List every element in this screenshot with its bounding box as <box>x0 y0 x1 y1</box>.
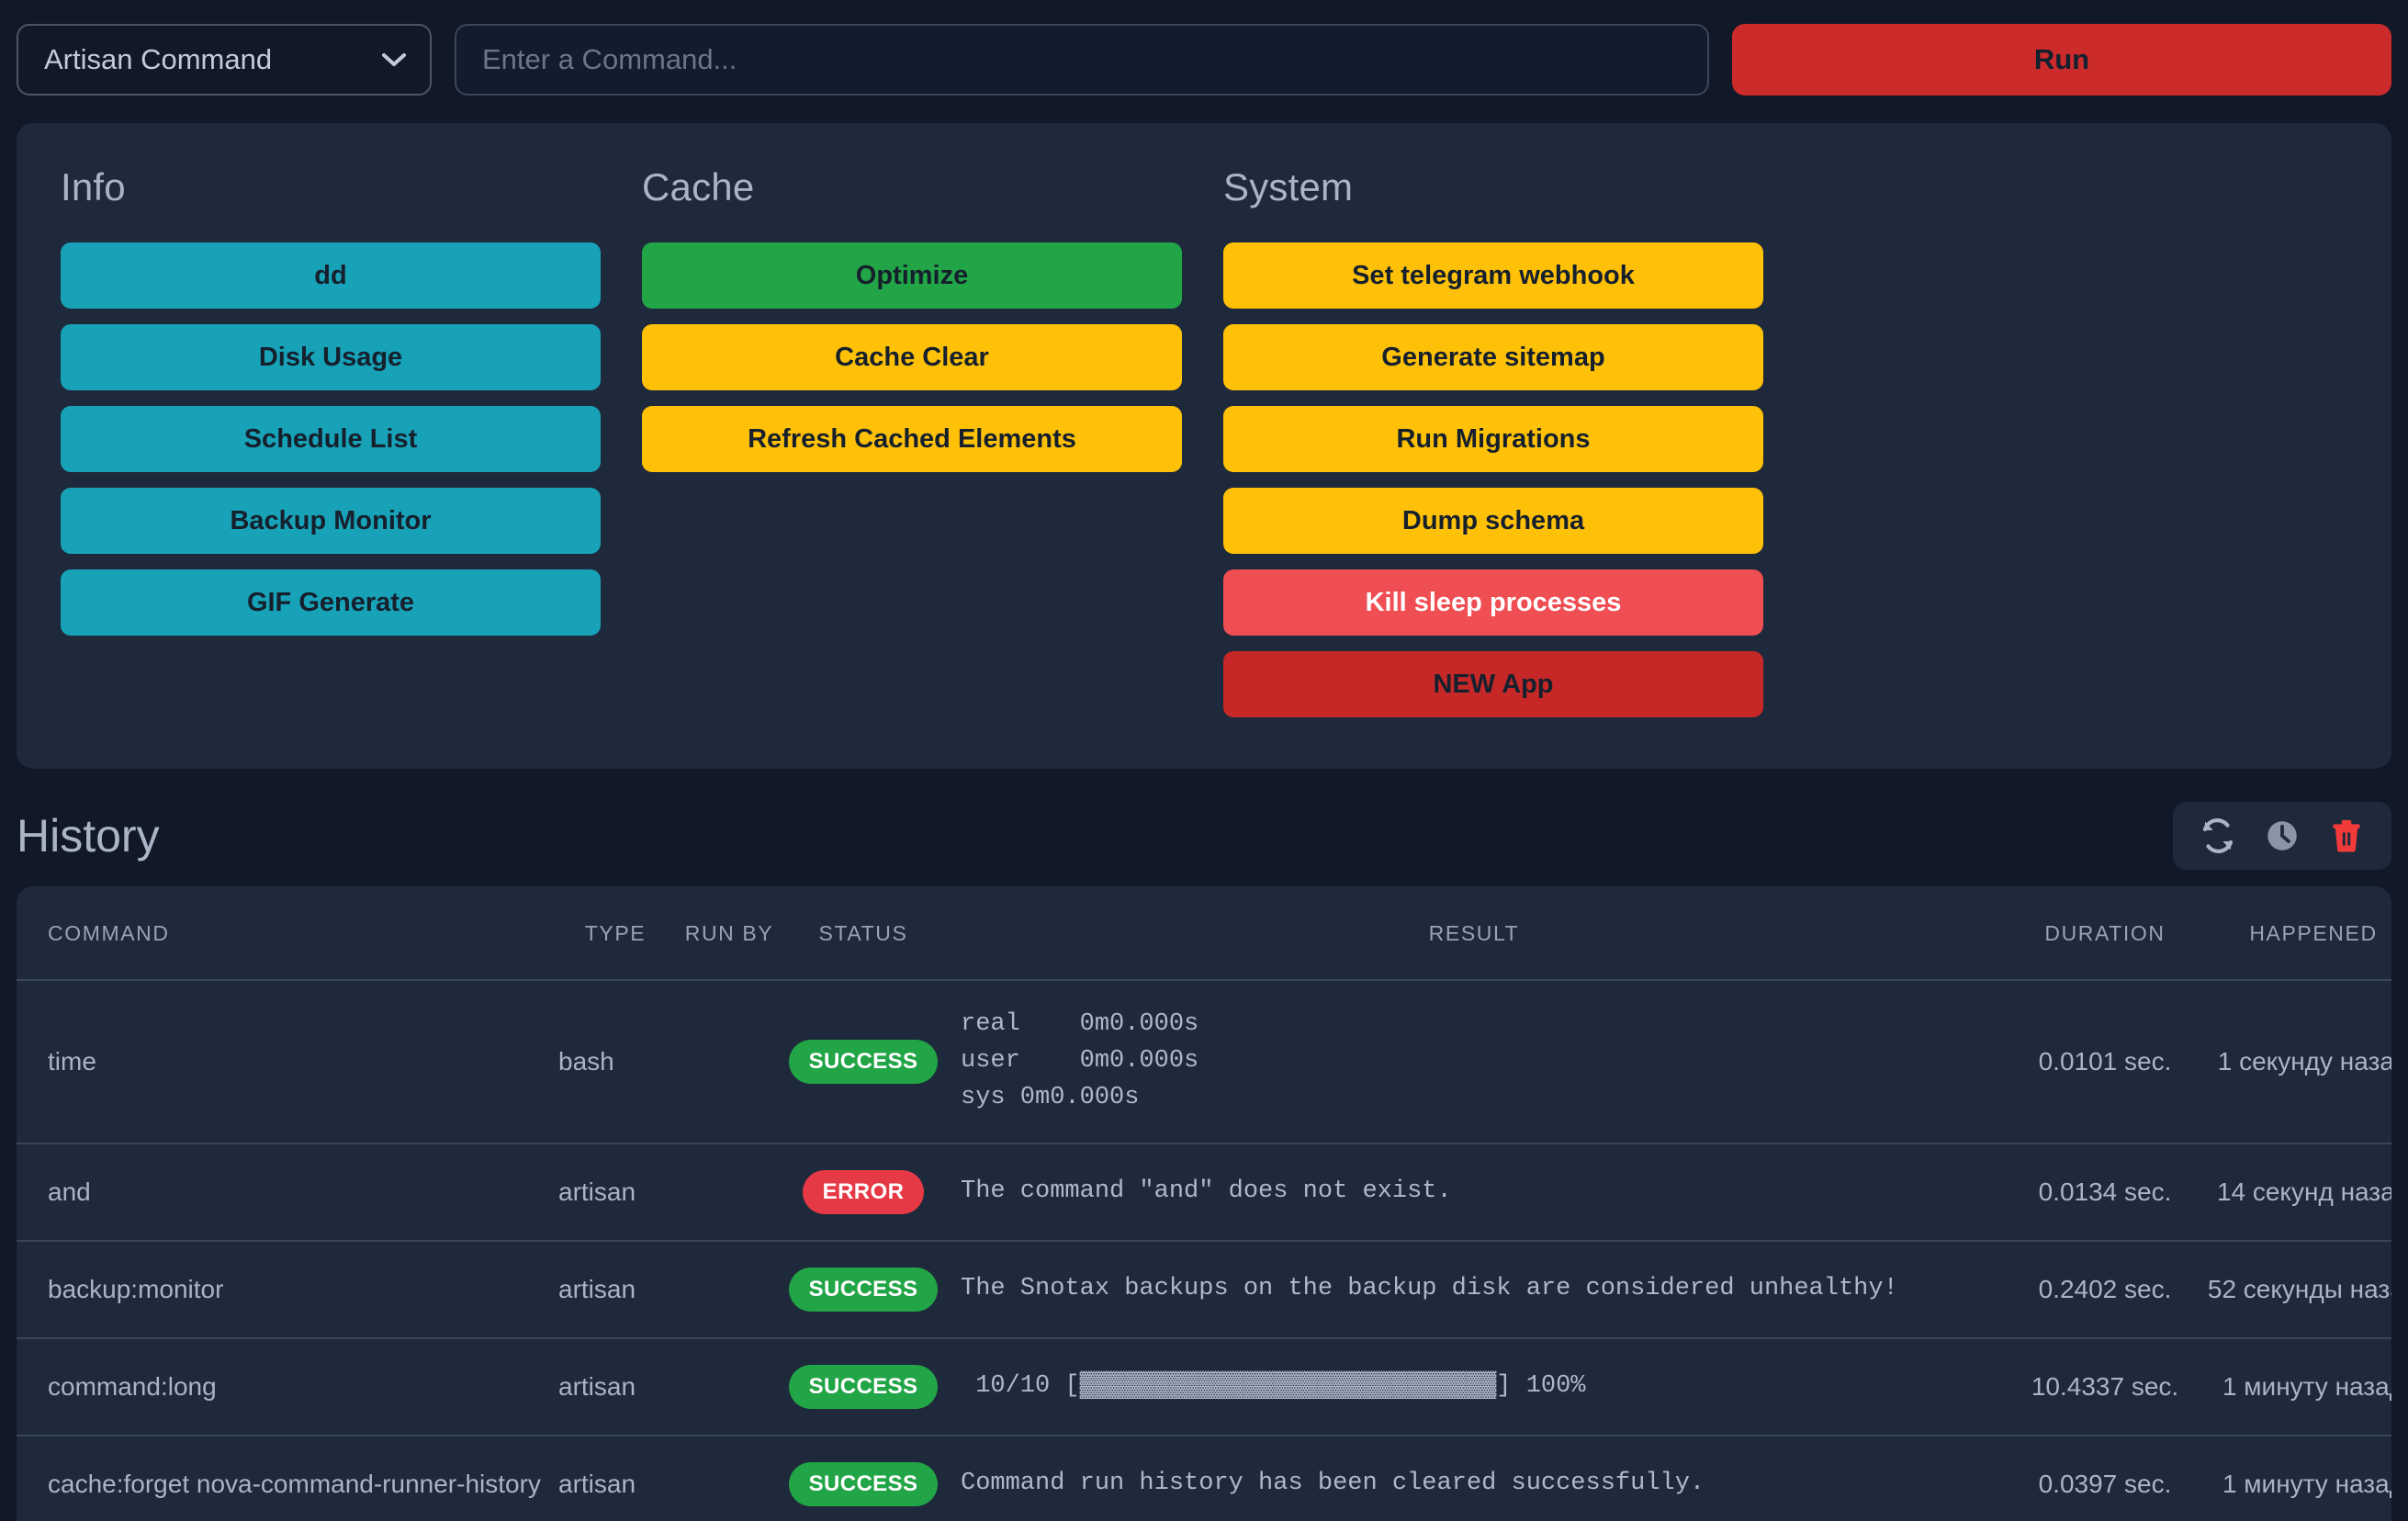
cell-result: real 0m0.000s user 0m0.000s sys 0m0.000s <box>940 980 2008 1144</box>
status-badge: ERROR <box>803 1170 925 1214</box>
command-bar: Artisan Command Run <box>0 0 2408 103</box>
table-row[interactable]: andartisan ERROR The command "and" does no… <box>17 1144 2391 1241</box>
cell-happened: 52 секунды назад <box>2202 1241 2391 1338</box>
cell-status: SUCCESS <box>786 1436 940 1521</box>
cell-result: The command "and" does not exist. <box>940 1144 2008 1241</box>
group-cache: Cache Optimize Cache Clear Refresh Cached … <box>642 165 1223 717</box>
cell-duration: 10.4337 sec. <box>2008 1338 2202 1436</box>
cell-happened: 1 минуту назад <box>2202 1436 2391 1521</box>
cell-result: Command run history has been cleared suc… <box>940 1436 2008 1521</box>
table-row[interactable]: timebash SUCCESSreal 0m0.000s user 0m0.00… <box>17 980 2391 1144</box>
command-button[interactable]: Run Migrations <box>1223 406 1763 472</box>
cell-result: 10/10 [▓▓▓▓▓▓▓▓▓▓▓▓▓▓▓▓▓▓▓▓▓▓▓▓▓▓▓▓] 100… <box>940 1338 2008 1436</box>
group-info: Info dd Disk Usage Schedule List Backup Mon… <box>61 165 642 717</box>
command-button[interactable]: dd <box>61 242 601 309</box>
command-type-select[interactable]: Artisan Command <box>17 24 432 96</box>
cell-type: artisan <box>558 1144 672 1241</box>
col-duration: DURATION <box>2008 886 2202 980</box>
group-title-system: System <box>1223 165 1805 209</box>
refresh-icon[interactable] <box>2199 817 2237 855</box>
history-toolbar <box>2173 802 2391 870</box>
col-type: TYPE <box>558 886 672 980</box>
group-buttons-system: Set telegram webhook Generate sitemap Run … <box>1223 242 1763 717</box>
command-button[interactable]: Cache Clear <box>642 324 1182 390</box>
app-root: Artisan Command Run Info dd Disk Usage Sch… <box>0 0 2408 1521</box>
col-command: COMMAND <box>17 886 558 980</box>
cell-status: ERROR <box>786 1144 940 1241</box>
command-button[interactable]: Optimize <box>642 242 1182 309</box>
command-button[interactable]: Backup Monitor <box>61 488 601 554</box>
command-button[interactable]: Set telegram webhook <box>1223 242 1763 309</box>
cell-duration: 0.0101 sec. <box>2008 980 2202 1144</box>
command-button[interactable]: Kill sleep processes <box>1223 569 1763 636</box>
group-system: System Set telegram webhook Generate site… <box>1223 165 1805 717</box>
history-table-wrap: COMMAND TYPE RUN BY STATUS RESULT DURATI… <box>17 886 2391 1521</box>
cell-type: bash <box>558 980 672 1144</box>
cell-happened: 1 секунду назад <box>2202 980 2391 1144</box>
group-buttons-info: dd Disk Usage Schedule List Backup Monitor G… <box>61 242 601 636</box>
run-button[interactable]: Run <box>1732 24 2391 96</box>
cell-duration: 0.2402 sec. <box>2008 1241 2202 1338</box>
cell-command: backup:monitor <box>17 1241 558 1338</box>
group-title-info: Info <box>61 165 642 209</box>
cell-duration: 0.0134 sec. <box>2008 1144 2202 1241</box>
command-button[interactable]: Schedule List <box>61 406 601 472</box>
group-title-cache: Cache <box>642 165 1223 209</box>
table-header-row: COMMAND TYPE RUN BY STATUS RESULT DURATI… <box>17 886 2391 980</box>
trash-icon[interactable] <box>2327 817 2366 855</box>
history-table-body: timebashSUCCESSreal 0m0.000s user 0m0.00… <box>17 980 2391 1521</box>
table-row[interactable]: command:longartisan SUCCESS 10/10 [▓▓▓▓▓▓… <box>17 1338 2391 1436</box>
cell-run-by <box>672 1338 786 1436</box>
command-button[interactable]: GIF Generate <box>61 569 601 636</box>
cell-happened: 1 минуту назад <box>2202 1338 2391 1436</box>
history-header: History <box>0 769 2408 870</box>
history-table: COMMAND TYPE RUN BY STATUS RESULT DURATI… <box>17 886 2391 1521</box>
cell-type: artisan <box>558 1241 672 1338</box>
command-type-value: Artisan Command <box>44 43 272 76</box>
col-run-by: RUN BY <box>672 886 786 980</box>
cell-status: SUCCESS <box>786 980 940 1144</box>
col-happened: HAPPENED <box>2202 886 2391 980</box>
command-type-select-wrap: Artisan Command <box>17 24 432 96</box>
cell-command: command:long <box>17 1338 558 1436</box>
command-button[interactable]: NEW App <box>1223 651 1763 717</box>
table-row[interactable]: backup:monitorartisan SUCCESSThe Snotax b… <box>17 1241 2391 1338</box>
clock-icon[interactable] <box>2263 817 2301 855</box>
cell-command: time <box>17 980 558 1144</box>
cell-run-by <box>672 1241 786 1338</box>
cell-run-by <box>672 1436 786 1521</box>
command-button[interactable]: Generate sitemap <box>1223 324 1763 390</box>
cell-type: artisan <box>558 1436 672 1521</box>
command-button[interactable]: Refresh Cached Elements <box>642 406 1182 472</box>
cell-duration: 0.0397 sec. <box>2008 1436 2202 1521</box>
command-input[interactable] <box>455 24 1709 96</box>
status-badge: SUCCESS <box>789 1365 939 1409</box>
cell-status: SUCCESS <box>786 1241 940 1338</box>
history-table-head: COMMAND TYPE RUN BY STATUS RESULT DURATI… <box>17 886 2391 980</box>
group-buttons-cache: Optimize Cache Clear Refresh Cached Elemen… <box>642 242 1182 472</box>
command-button[interactable]: Dump schema <box>1223 488 1763 554</box>
cell-command: and <box>17 1144 558 1241</box>
command-button[interactable]: Disk Usage <box>61 324 601 390</box>
cell-command: cache:forget nova-command-runner-history <box>17 1436 558 1521</box>
cell-type: artisan <box>558 1338 672 1436</box>
status-badge: SUCCESS <box>789 1462 939 1506</box>
command-groups-card: Info dd Disk Usage Schedule List Backup Mon… <box>17 123 2391 769</box>
command-groups: Info dd Disk Usage Schedule List Backup Mon… <box>61 165 2347 717</box>
cell-happened: 14 секунд назад <box>2202 1144 2391 1241</box>
table-row[interactable]: cache:forget nova-command-runner-history… <box>17 1436 2391 1521</box>
cell-result: The Snotax backups on the backup disk ar… <box>940 1241 2008 1338</box>
col-result: RESULT <box>940 886 2008 980</box>
cell-status: SUCCESS <box>786 1338 940 1436</box>
status-badge: SUCCESS <box>789 1040 939 1084</box>
status-badge: SUCCESS <box>789 1268 939 1312</box>
history-title: History <box>17 809 160 862</box>
cell-run-by <box>672 1144 786 1241</box>
col-status: STATUS <box>786 886 940 980</box>
cell-run-by <box>672 980 786 1144</box>
